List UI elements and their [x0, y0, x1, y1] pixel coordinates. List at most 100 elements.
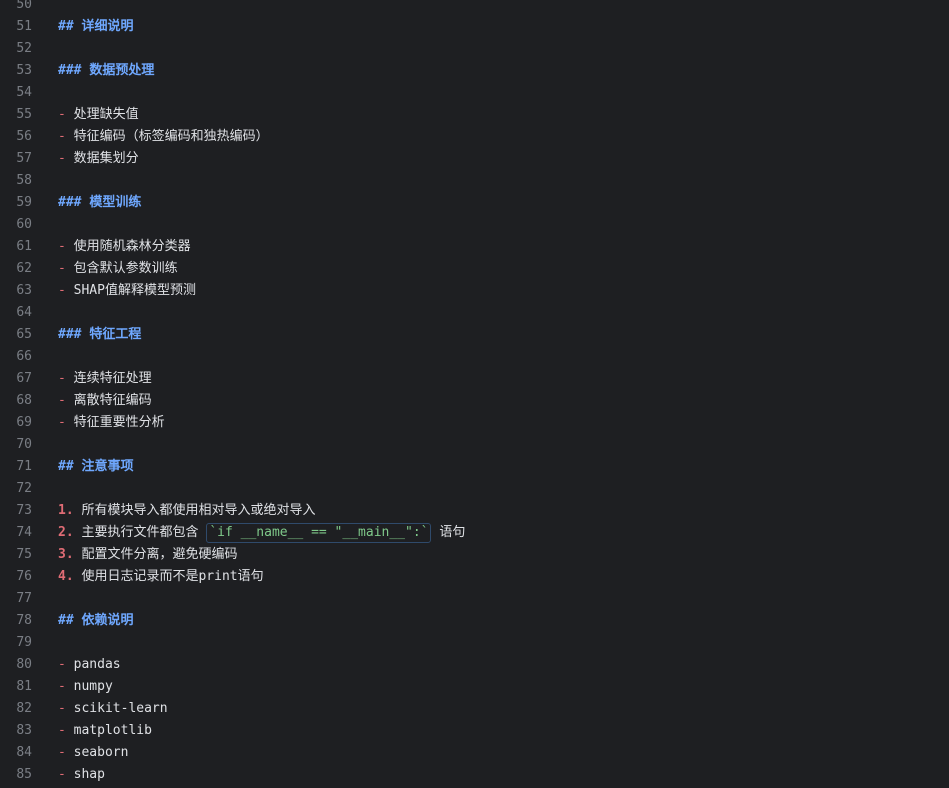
code-line[interactable]: 51 ## 详细说明 — [0, 16, 949, 38]
code-line[interactable]: 58 — [0, 170, 949, 192]
line-content: - shap — [58, 764, 949, 786]
line-content: 1. 所有模块导入都使用相对导入或绝对导入 — [58, 500, 949, 522]
line-number: 70 — [16, 437, 32, 452]
code-line[interactable]: 82 - scikit-learn — [0, 698, 949, 720]
heading-text: 特征工程 — [89, 327, 142, 342]
heading-text: 注意事项 — [81, 459, 134, 474]
line-content: 2. 主要执行文件都包含 `if __name__ == "__main__":… — [58, 522, 949, 544]
code-line[interactable]: 68 - 离散特征编码 — [0, 390, 949, 412]
bullet-marker: - — [58, 393, 66, 408]
bullet-marker: - — [58, 745, 66, 760]
line-number: 79 — [16, 635, 32, 650]
bullet-marker: - — [58, 129, 66, 144]
code-line[interactable]: 85 - shap — [0, 764, 949, 786]
code-line[interactable]: 81 - numpy — [0, 676, 949, 698]
list-number: 2. — [58, 525, 74, 540]
code-line[interactable]: 57 - 数据集划分 — [0, 148, 949, 170]
code-line[interactable]: 63 - SHAP值解释模型预测 — [0, 280, 949, 302]
bullet-marker: - — [58, 239, 66, 254]
code-line[interactable]: 73 1. 所有模块导入都使用相对导入或绝对导入 — [0, 500, 949, 522]
code-line[interactable]: 83 - matplotlib — [0, 720, 949, 742]
code-line[interactable]: 59 ### 模型训练 — [0, 192, 949, 214]
list-item-text: pandas — [73, 657, 121, 672]
list-item-text: scikit-learn — [73, 701, 168, 716]
line-number: 85 — [16, 767, 32, 782]
list-number: 3. — [58, 547, 74, 562]
code-line[interactable]: 71 ## 注意事项 — [0, 456, 949, 478]
code-line[interactable]: 76 4. 使用日志记录而不是print语句 — [0, 566, 949, 588]
bullet-marker: - — [58, 283, 66, 298]
line-number: 71 — [16, 459, 32, 474]
code-line[interactable]: 79 — [0, 632, 949, 654]
line-number: 66 — [16, 349, 32, 364]
bullet-marker: - — [58, 151, 66, 166]
code-line[interactable]: 66 — [0, 346, 949, 368]
heading-marker: ### — [58, 63, 82, 78]
line-number: 61 — [16, 239, 32, 254]
line-number: 74 — [16, 525, 32, 540]
code-line[interactable]: 84 - seaborn — [0, 742, 949, 764]
line-number: 56 — [16, 129, 32, 144]
bullet-marker: - — [58, 657, 66, 672]
list-item-text: 使用随机森林分类器 — [73, 239, 191, 254]
heading-marker: ## — [58, 613, 74, 628]
heading-marker: ## — [58, 459, 74, 474]
code-line[interactable]: 74 2. 主要执行文件都包含 `if __name__ == "__main__… — [0, 522, 949, 544]
bullet-marker: - — [58, 679, 66, 694]
code-line[interactable]: 80 - pandas — [0, 654, 949, 676]
code-line[interactable]: 62 - 包含默认参数训练 — [0, 258, 949, 280]
list-item-text: seaborn — [73, 745, 129, 760]
code-line[interactable]: 54 — [0, 82, 949, 104]
list-item-text: 特征重要性分析 — [73, 415, 165, 430]
code-line[interactable]: 77 — [0, 588, 949, 610]
list-item-text: 配置文件分离，避免硬编码 — [81, 547, 238, 562]
line-content: 3. 配置文件分离，避免硬编码 — [58, 544, 949, 566]
line-number: 78 — [16, 613, 32, 628]
line-number: 54 — [16, 85, 32, 100]
heading-text: 模型训练 — [89, 195, 142, 210]
line-content: ## 详细说明 — [58, 16, 949, 38]
line-number: 52 — [16, 41, 32, 56]
code-line[interactable]: 70 — [0, 434, 949, 456]
code-line[interactable]: 78 ## 依赖说明 — [0, 610, 949, 632]
code-line[interactable]: 75 3. 配置文件分离，避免硬编码 — [0, 544, 949, 566]
line-content: - pandas — [58, 654, 949, 676]
heading-text: 详细说明 — [81, 19, 134, 34]
line-content: ## 依赖说明 — [58, 610, 949, 632]
bullet-marker: - — [58, 701, 66, 716]
line-content: - matplotlib — [58, 720, 949, 742]
code-line[interactable]: 61 - 使用随机森林分类器 — [0, 236, 949, 258]
code-line[interactable]: 60 — [0, 214, 949, 236]
code-line[interactable]: 72 — [0, 478, 949, 500]
code-line[interactable]: 56 - 特征编码（标签编码和独热编码） — [0, 126, 949, 148]
line-number: 69 — [16, 415, 32, 430]
list-item-text: 包含默认参数训练 — [73, 261, 178, 276]
heading-marker: ### — [58, 327, 82, 342]
bullet-marker: - — [58, 415, 66, 430]
line-number: 50 — [16, 0, 32, 12]
list-item-text: matplotlib — [73, 723, 152, 738]
code-line[interactable]: 50 — [0, 0, 949, 16]
code-line[interactable]: 55 - 处理缺失值 — [0, 104, 949, 126]
line-content: - 包含默认参数训练 — [58, 258, 949, 280]
line-content: ### 特征工程 — [58, 324, 949, 346]
code-line[interactable]: 53 ### 数据预处理 — [0, 60, 949, 82]
line-number: 60 — [16, 217, 32, 232]
heading-marker: ### — [58, 195, 82, 210]
line-content: ### 模型训练 — [58, 192, 949, 214]
list-item-text: numpy — [73, 679, 113, 694]
markdown-editor[interactable]: 50 51 ## 详细说明 52 53 ### 数据预处理 54 55 - 处理缺失值 56 - 特… — [0, 0, 949, 786]
heading-text: 依赖说明 — [81, 613, 134, 628]
line-number: 55 — [16, 107, 32, 122]
line-number: 51 — [16, 19, 32, 34]
list-item-text: 处理缺失值 — [73, 107, 139, 122]
line-content: ## 注意事项 — [58, 456, 949, 478]
code-line[interactable]: 67 - 连续特征处理 — [0, 368, 949, 390]
code-line[interactable]: 69 - 特征重要性分析 — [0, 412, 949, 434]
code-line[interactable]: 52 — [0, 38, 949, 60]
code-line[interactable]: 65 ### 特征工程 — [0, 324, 949, 346]
line-number: 65 — [16, 327, 32, 342]
code-line[interactable]: 64 — [0, 302, 949, 324]
list-item-text: 特征编码（标签编码和独热编码） — [73, 129, 269, 144]
list-number: 1. — [58, 503, 74, 518]
